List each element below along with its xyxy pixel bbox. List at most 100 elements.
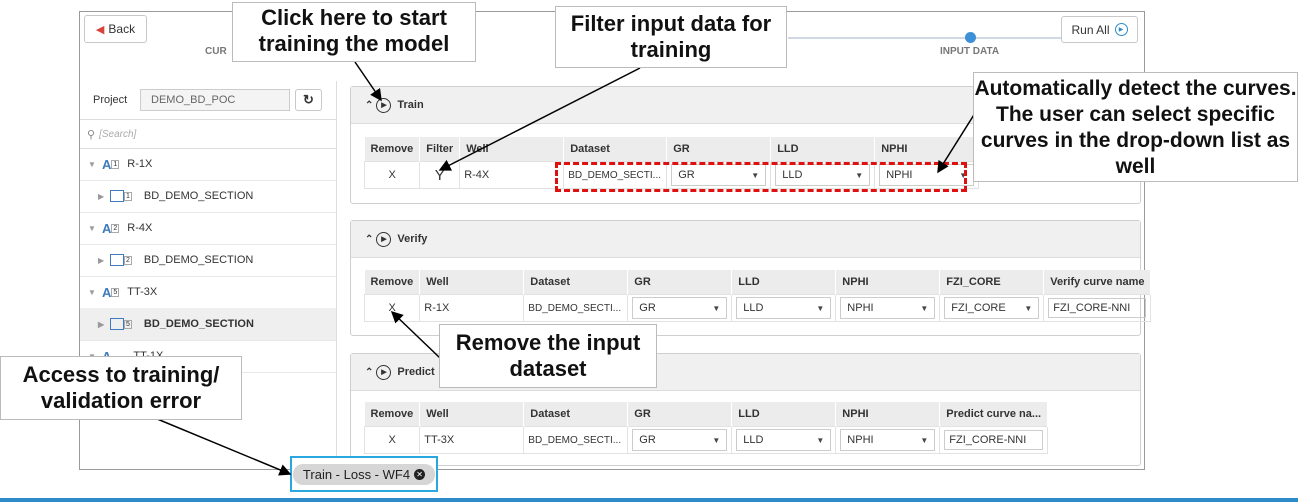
dropdown-arrow-icon: ▼ (816, 435, 825, 445)
col-header: Well (419, 402, 525, 427)
dataset-icon (110, 190, 124, 202)
chevron-up-icon[interactable]: ⌃ (365, 234, 373, 245)
tree-badge: 5 (111, 287, 120, 297)
tree-item-well[interactable]: ▼ A5 TT-3X (80, 276, 336, 309)
caret-down-icon: ▼ (88, 223, 96, 233)
gr-value: GR (639, 302, 656, 314)
col-header: Remove (364, 270, 421, 295)
refresh-button[interactable]: ↻ (295, 89, 322, 111)
col-header: Dataset (563, 137, 668, 162)
tree-badge: 1 (124, 191, 132, 201)
well-icon: A (102, 220, 112, 236)
remove-button[interactable]: X (363, 294, 421, 322)
caret-right-icon: ▶ (98, 255, 105, 265)
tree-item-label: BD_DEMO_SECTION (143, 254, 254, 266)
train-loss-tab-label: Train - Loss - WF4 (302, 466, 411, 482)
train-loss-tab[interactable]: Train - Loss - WF4 ✕ (292, 463, 436, 485)
dataset-cell: BD_DEMO_SECTI... (523, 294, 629, 322)
tree-item-dataset-selected[interactable]: ▶ 5 BD_DEMO_SECTION (80, 308, 336, 341)
col-header: LLD (770, 137, 876, 162)
fzi-core-select[interactable]: FZI_CORE ▼ (944, 297, 1040, 319)
well-cell: R-1X (419, 294, 525, 322)
nphi-value: NPHI (847, 302, 874, 314)
back-button[interactable]: ◀ Back (84, 15, 147, 43)
predict-title: Predict (397, 366, 435, 378)
verify-title: Verify (397, 233, 428, 245)
dataset-icon (110, 318, 124, 330)
bottom-bar (0, 498, 1298, 502)
col-header: FZI_CORE (939, 270, 1045, 295)
lld-select[interactable]: LLD ▼ (736, 429, 832, 451)
project-field[interactable]: DEMO_BD_POC (140, 89, 290, 111)
well-cell: R-4X (459, 161, 565, 189)
table-row: X R-1X BD_DEMO_SECTI... GR ▼ LLD ▼ NPHI ▼ F… (363, 294, 1152, 322)
col-header: GR (627, 270, 733, 295)
search-icon: ⚲ (87, 128, 96, 141)
fzi-core-value: FZI_CORE (951, 302, 1006, 314)
dropdown-arrow-icon: ▼ (712, 435, 721, 445)
close-icon[interactable]: ✕ (414, 468, 426, 480)
tree-badge: 2 (111, 223, 120, 233)
tree-item-dataset[interactable]: ▶ 2 BD_DEMO_SECTION (80, 244, 336, 277)
col-header: NPHI (835, 402, 941, 427)
tree-badge: 2 (124, 255, 132, 265)
filter-button[interactable]: Y (419, 161, 461, 189)
callout-start-training: Click here to start training the model (232, 2, 476, 62)
col-header: Remove (364, 137, 421, 162)
run-all-button[interactable]: Run All ▶ (1061, 16, 1138, 43)
tree-badge: 1 (111, 159, 120, 169)
train-run-icon[interactable]: ▶ (376, 97, 392, 113)
remove-button[interactable]: X (363, 426, 421, 454)
callout-filter-input: Filter input data for training (555, 6, 787, 68)
stepper-current-dot[interactable] (965, 32, 976, 43)
dropdown-arrow-icon: ▼ (920, 303, 929, 313)
verify-curve-name-input[interactable]: FZI_CORE-NNI (1048, 298, 1147, 318)
table-row: X TT-3X BD_DEMO_SECTI... GR ▼ LLD ▼ NPHI ▼ … (363, 426, 1049, 454)
verify-panel-header[interactable]: ⌃ ▶ Verify (351, 221, 1140, 258)
dataset-cell: BD_DEMO_SECTI... (523, 426, 629, 454)
tree-item-dataset[interactable]: ▶ 1 BD_DEMO_SECTION (80, 180, 336, 213)
tree-item-well[interactable]: ▼ A1 R-1X (80, 148, 336, 181)
predict-run-icon[interactable]: ▶ (376, 364, 392, 380)
remove-button[interactable]: X (363, 161, 421, 189)
project-value: DEMO_BD_POC (151, 94, 236, 106)
col-header: GR (627, 402, 733, 427)
chevron-up-icon[interactable]: ⌃ (365, 367, 373, 378)
refresh-icon: ↻ (303, 92, 314, 107)
col-header: NPHI (835, 270, 941, 295)
verify-table: Remove Well Dataset GR LLD NPHI FZI_CORE… (363, 270, 1152, 322)
tree-item-label: BD_DEMO_SECTION (143, 190, 254, 202)
stepper-left-label: CUR (205, 46, 227, 57)
tree-item-label: BD_DEMO_SECTION (143, 318, 254, 330)
col-header: NPHI (874, 137, 980, 162)
nphi-select[interactable]: NPHI ▼ (840, 429, 936, 451)
verify-run-icon[interactable]: ▶ (376, 231, 392, 247)
dropdown-arrow-icon: ▼ (816, 303, 825, 313)
search-row[interactable]: ⚲ [Search] (80, 120, 336, 149)
predict-curve-name-input[interactable]: FZI_CORE-NNI (944, 430, 1044, 450)
train-title: Train (397, 99, 424, 111)
callout-remove-dataset: Remove the input dataset (439, 324, 657, 388)
train-loss-tab-highlight: Train - Loss - WF4 ✕ (290, 456, 438, 492)
lld-select[interactable]: LLD ▼ (736, 297, 832, 319)
nphi-select[interactable]: NPHI ▼ (840, 297, 936, 319)
tree-item-well[interactable]: ▼ A2 R-4X (80, 212, 336, 245)
curve-highlight-box (555, 162, 967, 192)
chevron-up-icon[interactable]: ⌃ (365, 100, 373, 111)
lld-value: LLD (743, 434, 764, 446)
well-icon: A (102, 156, 112, 172)
col-header: Well (459, 137, 565, 162)
predict-table: Remove Well Dataset GR LLD NPHI Predict … (363, 402, 1049, 454)
back-arrow-icon: ◀ (95, 23, 105, 36)
gr-select[interactable]: GR ▼ (632, 429, 728, 451)
gr-value: GR (639, 434, 656, 446)
verify-curve-name-value: FZI_CORE-NNI (1053, 302, 1131, 314)
col-header: Verify curve name (1043, 270, 1152, 295)
col-header: LLD (731, 402, 837, 427)
col-header: Well (419, 270, 525, 295)
callout-auto-detect: Automatically detect the curves. The use… (973, 72, 1298, 182)
gr-select[interactable]: GR ▼ (632, 297, 728, 319)
caret-down-icon: ▼ (88, 159, 96, 169)
col-header: LLD (731, 270, 837, 295)
col-header: Predict curve na... (939, 402, 1049, 427)
